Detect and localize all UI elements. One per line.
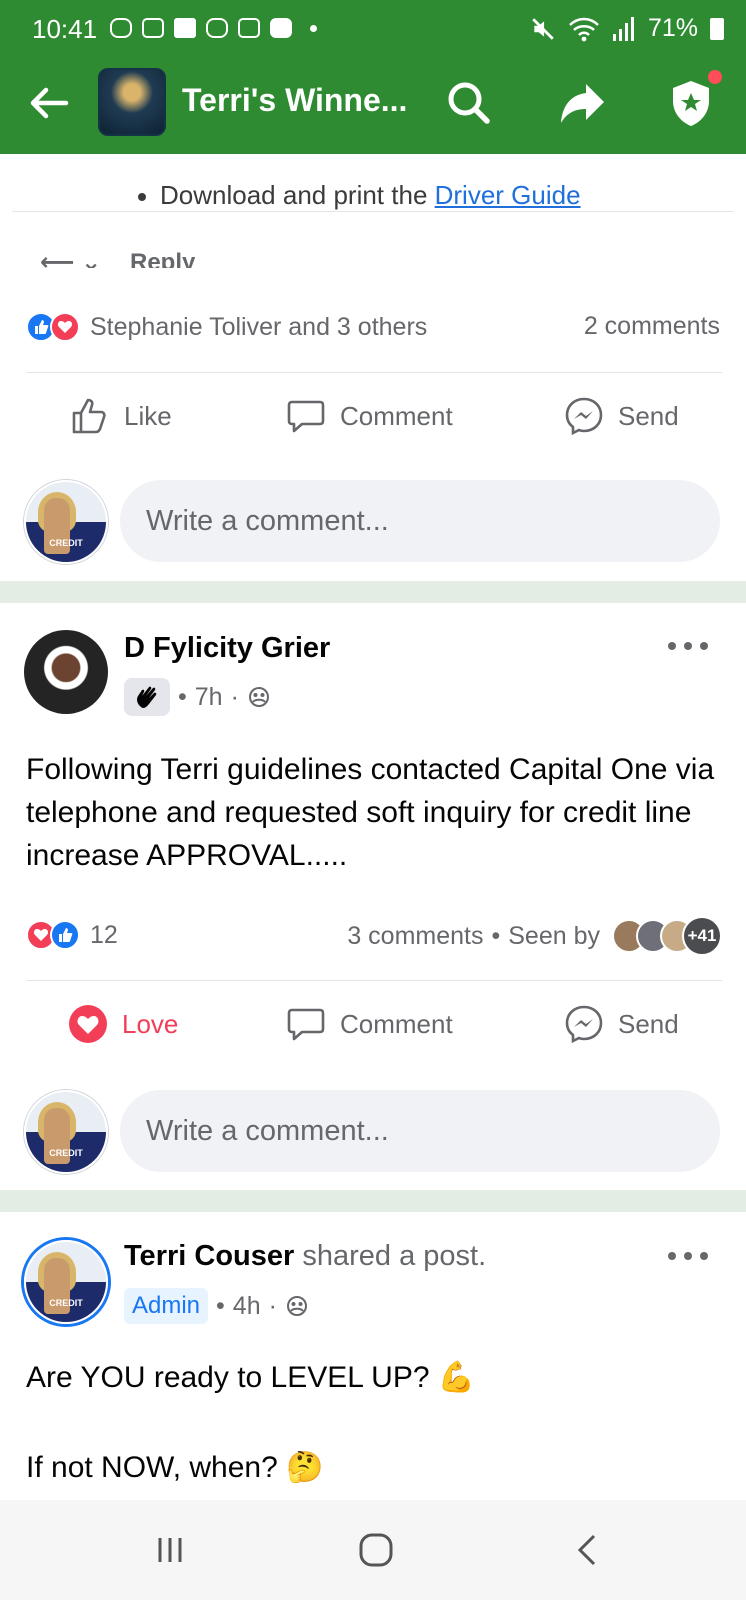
comment-button[interactable]: Comment bbox=[286, 396, 453, 436]
wave-hand-icon bbox=[137, 686, 157, 708]
current-user-avatar[interactable]: CREDIT bbox=[24, 1090, 108, 1174]
divider bbox=[26, 980, 722, 981]
separator-dot: • bbox=[178, 682, 187, 711]
driver-guide-link[interactable]: Driver Guide bbox=[435, 180, 581, 210]
instagram-icon bbox=[110, 18, 132, 38]
messenger-icon bbox=[565, 1005, 603, 1044]
post-text-line: If not NOW, when? 🤔 bbox=[26, 1451, 324, 1484]
status-bar: 10:41 71% bbox=[0, 0, 746, 60]
post-meta: Admin • 4h · bbox=[124, 1288, 309, 1324]
recent-apps-icon[interactable] bbox=[150, 1530, 190, 1570]
battery-percent: 71% bbox=[647, 14, 698, 42]
post-actions: Like Comment Send bbox=[0, 396, 746, 456]
post-author-line: Terri Couser shared a post. bbox=[124, 1240, 486, 1273]
separator-dot: • bbox=[491, 921, 501, 950]
battery-icon bbox=[710, 17, 724, 40]
like-button[interactable]: Like bbox=[70, 396, 172, 436]
separator-dot: · bbox=[230, 682, 239, 711]
group-navbar: Terri's Winne... bbox=[0, 60, 746, 154]
notification-dot bbox=[706, 68, 724, 86]
comment-input[interactable]: Write a comment... bbox=[120, 480, 720, 562]
love-reaction-icon bbox=[50, 312, 80, 342]
current-user-avatar[interactable]: CREDIT bbox=[24, 480, 108, 564]
messenger-icon bbox=[565, 397, 603, 436]
comments-count[interactable]: 3 comments bbox=[347, 922, 483, 951]
notification-icons bbox=[110, 18, 317, 38]
like-reaction-icon bbox=[50, 920, 80, 950]
voicemail-icon bbox=[142, 18, 164, 38]
post-author[interactable]: D Fylicity Grier bbox=[124, 632, 330, 665]
post-separator bbox=[0, 581, 746, 603]
home-icon[interactable] bbox=[356, 1530, 396, 1570]
search-icon[interactable] bbox=[442, 76, 496, 130]
reaction-count: 12 bbox=[90, 920, 118, 949]
group-avatar[interactable] bbox=[98, 68, 166, 136]
post-actions: Love Comment Send bbox=[0, 1004, 746, 1064]
reactions-text: Stephanie Toliver and 3 others bbox=[90, 312, 428, 341]
group-privacy-icon bbox=[286, 1296, 307, 1316]
post-time[interactable]: 4h bbox=[233, 1292, 261, 1321]
back-arrow-icon[interactable] bbox=[24, 78, 74, 128]
comment-icon bbox=[287, 1008, 325, 1041]
post-text-line: Are YOU ready to LEVEL UP? 💪 bbox=[26, 1361, 476, 1394]
like-icon bbox=[72, 398, 106, 434]
reply-arrows-icon: ⟵ ⌄ bbox=[40, 249, 102, 268]
separator-dot: • bbox=[216, 1291, 225, 1320]
wifi-icon bbox=[569, 17, 599, 41]
chat-icon bbox=[238, 18, 260, 38]
author-avatar[interactable] bbox=[24, 630, 108, 714]
reactions-summary[interactable]: 12 bbox=[26, 920, 118, 950]
post-time[interactable]: 7h bbox=[195, 683, 223, 712]
bullet-line: Download and print the Driver Guide bbox=[138, 180, 581, 211]
post-text: Following Terri guidelines contacted Cap… bbox=[26, 753, 715, 872]
group-title[interactable]: Terri's Winne... bbox=[182, 82, 407, 119]
send-button[interactable]: Send bbox=[564, 1004, 679, 1044]
bullet-text: Download and print the bbox=[160, 180, 435, 210]
group-privacy-icon bbox=[248, 687, 269, 707]
new-member-wave-badge[interactable] bbox=[124, 678, 170, 716]
share-icon[interactable] bbox=[556, 76, 610, 130]
separator-dot: · bbox=[268, 1291, 277, 1320]
love-icon bbox=[69, 1005, 107, 1043]
mute-icon bbox=[532, 17, 554, 40]
more-viewers-badge: +41 bbox=[682, 916, 722, 956]
more-options-button[interactable] bbox=[668, 642, 708, 654]
status-right: 71% bbox=[530, 14, 724, 43]
app-header: 10:41 71% Terri's Winne... bbox=[0, 0, 746, 154]
bullet-dot bbox=[138, 193, 146, 202]
post-meta: • 7h · bbox=[124, 678, 271, 716]
status-time: 10:41 bbox=[32, 14, 98, 44]
reactions-summary[interactable]: Stephanie Toliver and 3 others bbox=[26, 312, 427, 342]
system-navigation-bar bbox=[0, 1500, 746, 1600]
comment-button[interactable]: Comment bbox=[286, 1004, 453, 1044]
love-button[interactable]: Love bbox=[68, 1004, 178, 1044]
back-nav-icon[interactable] bbox=[568, 1530, 608, 1570]
send-button[interactable]: Send bbox=[564, 396, 679, 436]
signal-icon bbox=[612, 16, 634, 41]
more-options-button[interactable] bbox=[668, 1252, 708, 1264]
admin-badge[interactable]: Admin bbox=[124, 1288, 209, 1324]
instagram-icon bbox=[206, 18, 228, 38]
post-action-text: shared a post. bbox=[294, 1240, 487, 1272]
divider bbox=[12, 211, 734, 212]
post-separator bbox=[0, 1190, 746, 1212]
folder-icon bbox=[174, 18, 196, 38]
seen-by-label: Seen by bbox=[508, 921, 600, 950]
comment-input[interactable]: Write a comment... bbox=[120, 1090, 720, 1172]
comments-count[interactable]: 2 comments bbox=[584, 312, 720, 341]
comment-icon bbox=[287, 400, 325, 433]
youtube-icon bbox=[270, 18, 292, 38]
divider bbox=[26, 372, 722, 373]
author-avatar[interactable]: CREDIT bbox=[24, 1240, 108, 1324]
more-notifications-icon bbox=[310, 24, 317, 32]
comments-seen-summary[interactable]: 3 comments • Seen by +41 bbox=[347, 916, 722, 956]
post-author[interactable]: Terri Couser bbox=[124, 1240, 294, 1272]
reply-peek: ⟵ ⌄ Reply bbox=[40, 248, 195, 268]
